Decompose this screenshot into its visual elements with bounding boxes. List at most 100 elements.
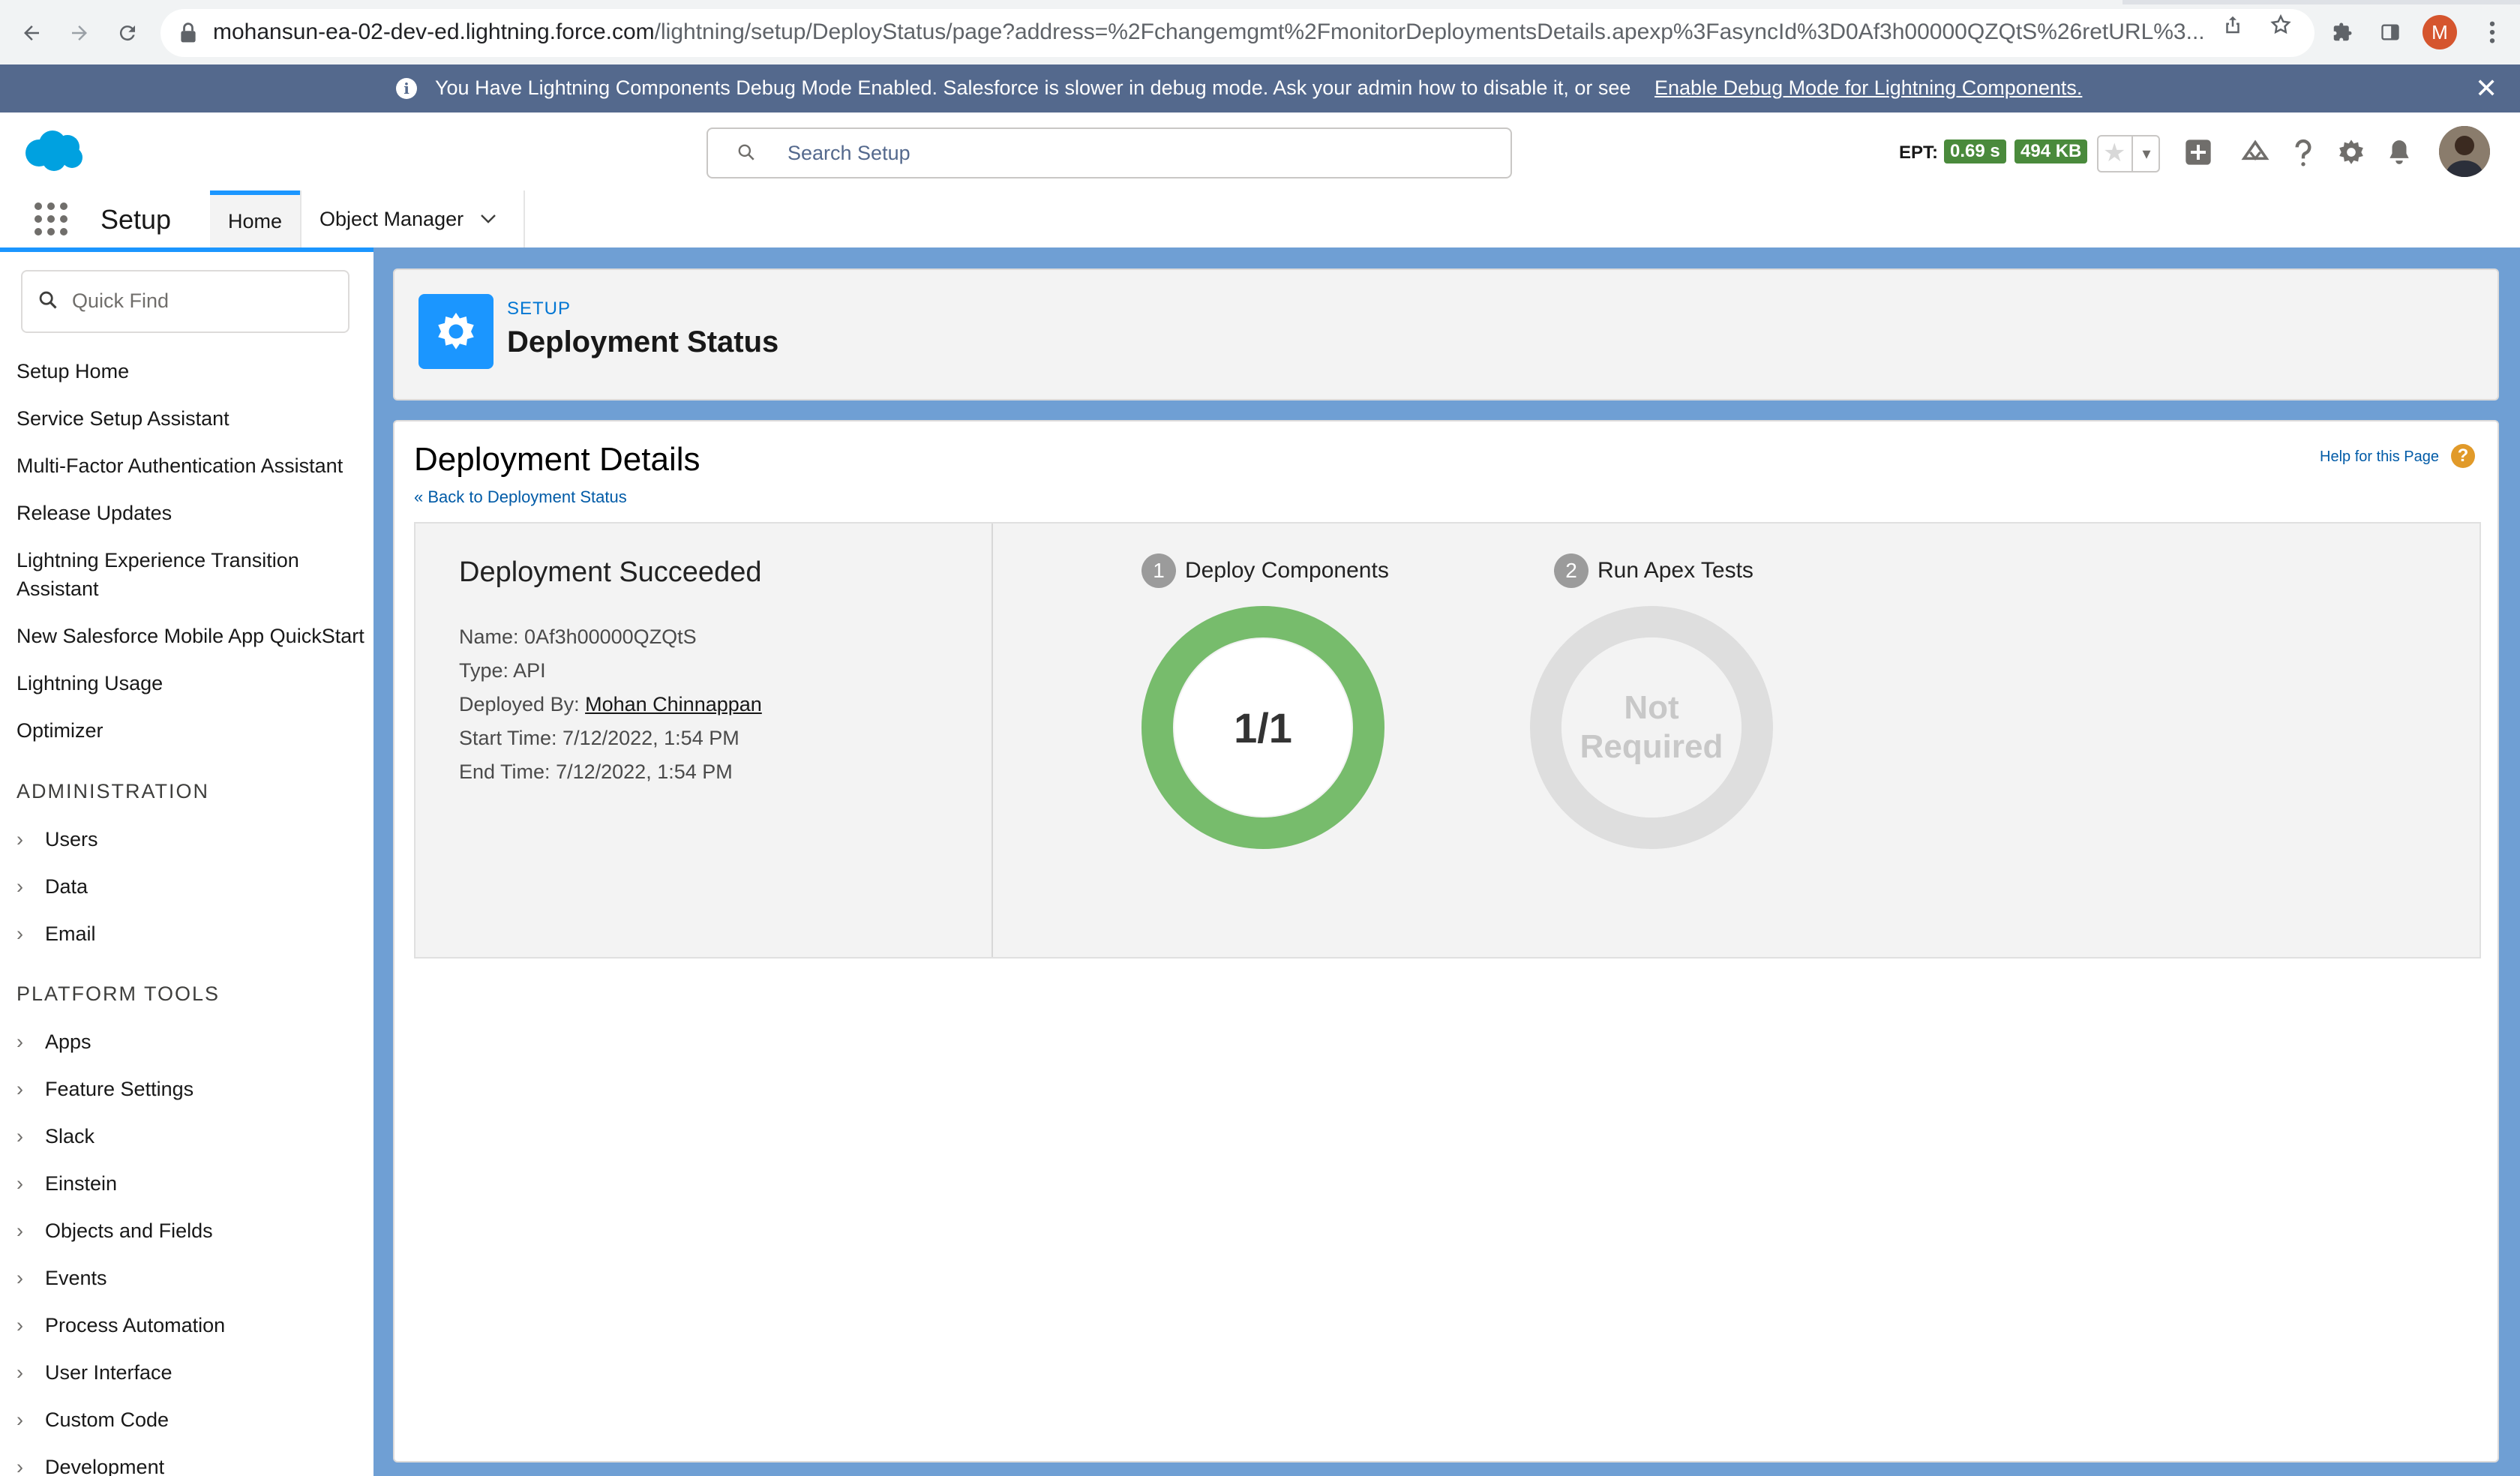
bell-icon xyxy=(2390,140,2409,164)
sidebar-item-users[interactable]: › Users xyxy=(16,828,98,851)
setup-gear-icon xyxy=(418,294,494,369)
forward-button[interactable] xyxy=(60,14,99,52)
sidebar-link-lightning-usage[interactable]: Lightning Usage xyxy=(16,669,369,698)
chevron-right-icon[interactable]: › xyxy=(16,875,45,898)
sidebar-item-feature-settings[interactable]: › Feature Settings xyxy=(16,1078,194,1101)
panel-divider xyxy=(992,524,993,957)
user-avatar[interactable] xyxy=(2439,126,2490,177)
deployment-end-time: End Time: 7/12/2022, 1:54 PM xyxy=(459,760,733,783)
sidebar-link-release-updates[interactable]: Release Updates xyxy=(16,499,369,527)
bookmark-star-icon[interactable] xyxy=(2270,14,2292,36)
profile-avatar[interactable]: M xyxy=(2422,15,2457,50)
sidebar-heading-platform-tools: PLATFORM TOOLS xyxy=(16,982,220,1005)
step-label: Deploy Components xyxy=(1185,558,1389,583)
search-icon xyxy=(738,144,754,160)
app-name: Setup xyxy=(100,204,172,235)
sidebar-link-lightning-transition-assistant[interactable]: Lightning Experience Transition Assistan… xyxy=(16,546,332,603)
sidebar-item-process-automation[interactable]: › Process Automation xyxy=(16,1314,225,1337)
chevron-right-icon[interactable]: › xyxy=(16,1314,45,1337)
sidebar-item-custom-code[interactable]: › Custom Code xyxy=(16,1408,169,1432)
chevron-right-icon[interactable]: › xyxy=(16,1456,45,1476)
chevron-down-icon[interactable] xyxy=(480,214,496,224)
sidebar-item-events[interactable]: › Events xyxy=(16,1267,107,1290)
sidebar-item-label: Process Automation xyxy=(45,1314,226,1336)
tab-label: Object Manager xyxy=(320,207,464,230)
deploy-progress-text: 1/1 xyxy=(1234,704,1292,752)
sidebar-link-service-setup-assistant[interactable]: Service Setup Assistant xyxy=(16,404,369,433)
tab-home[interactable]: Home xyxy=(210,190,300,248)
chevron-right-icon[interactable]: › xyxy=(16,828,45,851)
deployment-status-title: Deployment Succeeded xyxy=(459,556,762,588)
quick-find-input[interactable] xyxy=(70,286,328,315)
quick-find-box[interactable] xyxy=(21,270,350,333)
apex-tests-status-line1: Not xyxy=(1624,689,1679,726)
sidebar-item-development[interactable]: › Development xyxy=(16,1456,164,1476)
browser-toolbar: mohansun-ea-02-dev-ed.lightning.force.co… xyxy=(0,0,2520,65)
back-to-deployment-status-link[interactable]: « Back to Deployment Status xyxy=(414,488,627,507)
favorites-button[interactable]: ★ ▾ xyxy=(2097,135,2160,172)
extensions-button[interactable] xyxy=(2325,15,2360,50)
user-photo-icon xyxy=(2439,126,2490,177)
chevron-right-icon[interactable]: › xyxy=(16,1267,45,1290)
deployment-type: Type: API xyxy=(459,659,546,682)
trailhead-icon xyxy=(2241,140,2270,161)
sidebar-item-label: Objects and Fields xyxy=(45,1220,213,1242)
sidebar-link-mobile-quickstart[interactable]: New Salesforce Mobile App QuickStart xyxy=(16,622,369,650)
search-setup-box[interactable] xyxy=(706,128,1512,178)
address-bar[interactable]: mohansun-ea-02-dev-ed.lightning.force.co… xyxy=(160,9,2314,57)
chevron-right-icon[interactable]: › xyxy=(16,1125,45,1148)
chevron-right-icon[interactable]: › xyxy=(16,1030,45,1054)
browser-menu-button[interactable] xyxy=(2475,15,2510,50)
side-panel-button[interactable] xyxy=(2373,15,2408,50)
setup-sidebar: Setup Home Service Setup Assistant Multi… xyxy=(0,252,374,1476)
reload-button[interactable] xyxy=(108,14,147,52)
sidebar-heading-administration: ADMINISTRATION xyxy=(16,780,209,802)
share-icon[interactable] xyxy=(2222,14,2244,36)
sidebar-item-einstein[interactable]: › Einstein xyxy=(16,1172,117,1196)
sidebar-link-optimizer[interactable]: Optimizer xyxy=(16,716,369,745)
trailhead-button[interactable] xyxy=(2238,135,2272,170)
deployment-details-card: Deployment Details « Back to Deployment … xyxy=(393,420,2499,1462)
sidebar-item-objects-and-fields[interactable]: › Objects and Fields xyxy=(16,1220,213,1243)
apex-tests-status-line2: Required xyxy=(1580,728,1724,765)
close-icon[interactable]: ✕ xyxy=(2475,75,2498,102)
setup-gear-button[interactable] xyxy=(2334,135,2368,170)
notifications-button[interactable] xyxy=(2382,135,2416,170)
chevron-down-icon[interactable]: ▾ xyxy=(2132,136,2160,171)
deployed-by-user-link[interactable]: Mohan Chinnappan xyxy=(585,693,762,716)
sidebar-item-slack[interactable]: › Slack xyxy=(16,1125,94,1148)
sidebar-link-setup-home[interactable]: Setup Home xyxy=(16,357,369,386)
chevron-right-icon[interactable]: › xyxy=(16,1408,45,1432)
lock-icon xyxy=(181,22,196,43)
reload-icon xyxy=(119,26,135,41)
help-button[interactable] xyxy=(2286,135,2320,170)
tab-object-manager[interactable]: Object Manager xyxy=(320,190,496,248)
chevron-right-icon[interactable]: › xyxy=(16,1220,45,1243)
chevron-right-icon[interactable]: › xyxy=(16,1361,45,1384)
search-setup-input[interactable] xyxy=(786,138,1464,168)
enable-debug-mode-link[interactable]: Enable Debug Mode for Lightning Componen… xyxy=(1654,76,2082,100)
step-number: 1 xyxy=(1142,554,1176,588)
chevron-right-icon[interactable]: › xyxy=(16,1172,45,1196)
sidebar-item-apps[interactable]: › Apps xyxy=(16,1030,92,1054)
page-header: SETUP Deployment Status xyxy=(393,268,2499,400)
help-for-page-link[interactable]: Help for this Page xyxy=(2320,448,2439,466)
help-icon[interactable]: ? xyxy=(2451,444,2475,468)
sidebar-item-label: User Interface xyxy=(45,1361,172,1384)
deployment-status-panel: Deployment Succeeded Name: 0Af3h00000QZQ… xyxy=(414,522,2481,958)
sidebar-item-email[interactable]: › Email xyxy=(16,922,96,946)
app-launcher-icon[interactable] xyxy=(34,202,68,236)
chevron-right-icon[interactable]: › xyxy=(16,922,45,946)
salesforce-cloud-logo[interactable] xyxy=(22,129,86,172)
add-icon xyxy=(2186,140,2211,165)
back-button[interactable] xyxy=(12,14,51,52)
star-icon[interactable]: ★ xyxy=(2103,140,2126,166)
global-actions-button[interactable] xyxy=(2181,135,2216,170)
arrow-right-icon xyxy=(72,26,87,40)
page-title: Deployment Status xyxy=(507,326,779,358)
sidebar-item-user-interface[interactable]: › User Interface xyxy=(16,1361,172,1384)
sidebar-link-mfa-assistant[interactable]: Multi-Factor Authentication Assistant xyxy=(16,452,369,480)
sidebar-item-data[interactable]: › Data xyxy=(16,875,88,898)
chevron-right-icon[interactable]: › xyxy=(16,1078,45,1101)
info-icon: i xyxy=(396,78,417,99)
